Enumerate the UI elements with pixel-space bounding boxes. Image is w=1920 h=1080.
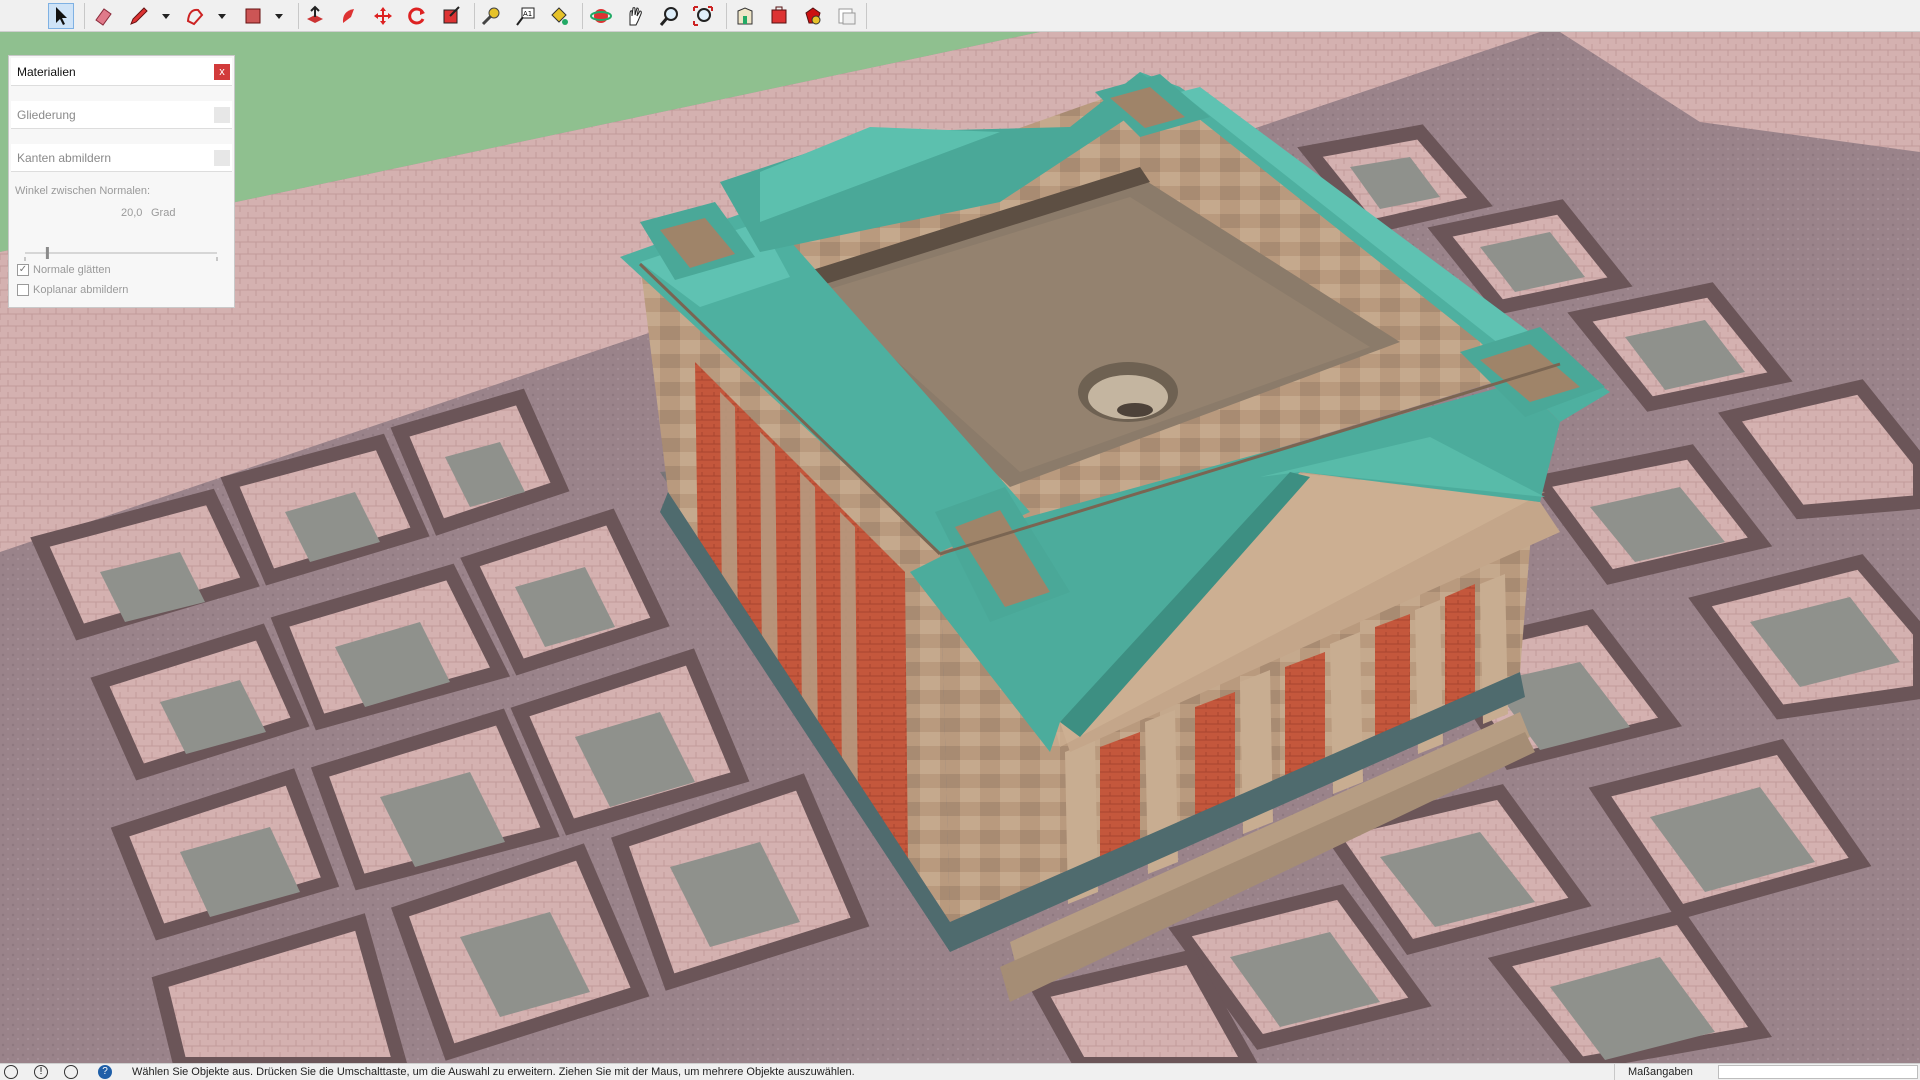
smooth-normals-checkbox[interactable]: ✓	[17, 264, 29, 276]
eraser-icon[interactable]	[90, 3, 116, 29]
measurements-label: Maßangaben	[1628, 1066, 1693, 1078]
smooth-normals-label: Normale glätten	[33, 264, 111, 276]
angle-label: Winkel zwischen Normalen:	[15, 185, 151, 197]
toolbar-separator	[84, 3, 85, 29]
slider-thumb[interactable]	[45, 247, 49, 259]
user-icon[interactable]	[64, 1065, 78, 1079]
zoom-extents-icon[interactable]	[690, 3, 716, 29]
main-toolbar: A1	[0, 0, 1920, 32]
push-pull-icon[interactable]	[302, 3, 328, 29]
pan-hand-icon[interactable]	[622, 3, 648, 29]
pencil-icon[interactable]	[126, 3, 152, 29]
warehouse-icon[interactable]	[732, 3, 758, 29]
status-divider	[1614, 1064, 1615, 1080]
model-viewport[interactable]	[0, 32, 1920, 1064]
scene-3d-drawing	[0, 32, 1920, 1064]
move-icon[interactable]	[370, 3, 396, 29]
rectangle-icon[interactable]	[240, 3, 266, 29]
orbit-icon[interactable]	[588, 3, 614, 29]
chevron-down-icon[interactable]	[160, 8, 172, 24]
geo-location-icon[interactable]	[4, 1065, 18, 1079]
layout-icon[interactable]	[834, 3, 860, 29]
status-bar: ! ? Wählen Sie Objekte aus. Drücken Sie …	[0, 1063, 1920, 1080]
toolbar-separator	[298, 3, 299, 29]
panel-title: Materialien	[17, 65, 76, 79]
panel-header-materials[interactable]: Materialien x	[11, 58, 232, 86]
extension-icon[interactable]	[766, 3, 792, 29]
toolbar-separator	[474, 3, 475, 29]
materials-tray-panel: Materialien x Gliederung Kanten abmilder…	[8, 55, 235, 308]
chevron-down-icon[interactable]	[216, 8, 228, 24]
credits-icon[interactable]: !	[34, 1065, 48, 1079]
paint-bucket-icon[interactable]	[546, 3, 572, 29]
status-hint: Wählen Sie Objekte aus. Drücken Sie die …	[132, 1066, 855, 1078]
select-arrow-icon[interactable]	[48, 3, 74, 29]
toolbar-separator	[582, 3, 583, 29]
measurements-input[interactable]	[1718, 1065, 1918, 1079]
help-icon[interactable]: ?	[98, 1065, 112, 1079]
follow-me-icon[interactable]	[336, 3, 362, 29]
angle-slider[interactable]	[23, 243, 219, 263]
ruby-icon[interactable]	[800, 3, 826, 29]
chevron-down-icon[interactable]	[273, 8, 285, 24]
panel-section-soften-edges[interactable]: Kanten abmildern	[11, 144, 232, 172]
toolbar-separator	[866, 3, 867, 29]
shape-icon[interactable]	[182, 3, 208, 29]
rotate-icon[interactable]	[404, 3, 430, 29]
section-title-soften-edges: Kanten abmildern	[17, 151, 112, 165]
soften-coplanar-checkbox[interactable]	[17, 284, 29, 296]
text-icon[interactable]: A1	[512, 3, 538, 29]
scale-icon[interactable]	[438, 3, 464, 29]
collapse-icon[interactable]	[214, 107, 230, 123]
angle-value: 20,0	[121, 207, 143, 219]
panel-section-outline[interactable]: Gliederung	[11, 101, 232, 129]
toolbar-separator	[726, 3, 727, 29]
svg-text:A1: A1	[523, 10, 532, 18]
close-icon[interactable]: x	[214, 64, 230, 80]
angle-unit: Grad	[151, 207, 176, 219]
tape-measure-icon[interactable]	[478, 3, 504, 29]
section-title-outline: Gliederung	[17, 108, 76, 122]
zoom-icon[interactable]	[656, 3, 682, 29]
soften-coplanar-label: Koplanar abmildern	[33, 284, 129, 296]
collapse-icon[interactable]	[214, 150, 230, 166]
